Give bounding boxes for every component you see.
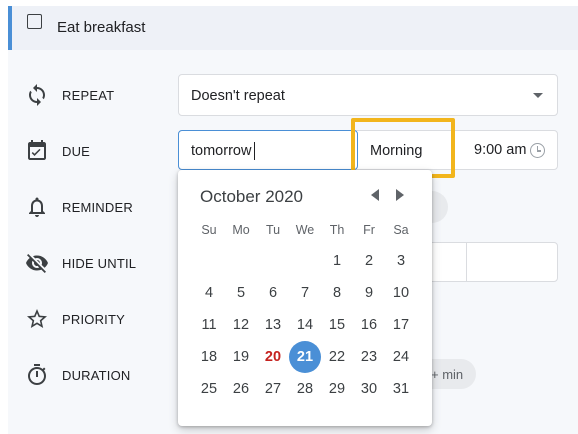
calendar-month-label: October 2020 xyxy=(200,187,304,206)
calendar-day[interactable]: 27 xyxy=(257,373,289,405)
calendar-day[interactable]: 29 xyxy=(321,373,353,405)
repeat-icon xyxy=(25,83,49,107)
calendar-day[interactable]: 15 xyxy=(321,309,353,341)
calendar-day[interactable]: 18 xyxy=(193,341,225,373)
calendar-day[interactable]: 30 xyxy=(353,373,385,405)
dropdown-arrow-icon xyxy=(533,93,543,98)
time-of-day-select[interactable]: Morning xyxy=(370,143,422,159)
field-divider xyxy=(466,243,467,281)
repeat-value: Doesn't repeat xyxy=(191,88,285,104)
calendar-day[interactable]: 17 xyxy=(385,309,417,341)
reminder-label: REMINDER xyxy=(62,200,133,215)
due-time-value[interactable]: 9:00 am xyxy=(474,142,526,158)
calendar-day[interactable]: 4 xyxy=(193,277,225,309)
calendar-day-today[interactable]: 20 xyxy=(257,341,289,373)
calendar-day[interactable]: 10 xyxy=(385,277,417,309)
calendar-day[interactable]: 3 xyxy=(385,245,417,277)
calendar-day[interactable]: 22 xyxy=(321,341,353,373)
calendar-day[interactable]: 28 xyxy=(289,373,321,405)
hide-until-field[interactable] xyxy=(410,242,558,282)
weekday-header: Mo xyxy=(232,223,250,237)
calendar-icon xyxy=(25,139,49,163)
previous-month-icon[interactable] xyxy=(371,189,379,201)
due-label: DUE xyxy=(62,144,91,159)
due-date-value: tomorrow xyxy=(191,143,252,159)
task-title[interactable]: Eat breakfast xyxy=(57,19,145,36)
weekday-header: Th xyxy=(329,223,345,237)
calendar-day[interactable]: 16 xyxy=(353,309,385,341)
calendar-day[interactable]: 11 xyxy=(193,309,225,341)
calendar-day[interactable]: 14 xyxy=(289,309,321,341)
weekday-header: Su xyxy=(201,223,217,237)
calendar-day[interactable]: 31 xyxy=(385,373,417,405)
bell-icon xyxy=(25,195,49,219)
calendar-day[interactable]: 24 xyxy=(385,341,417,373)
duration-chip-label: + min xyxy=(431,367,464,382)
weekday-header: We xyxy=(295,223,315,237)
calendar-day[interactable]: 5 xyxy=(225,277,257,309)
calendar-day[interactable]: 6 xyxy=(257,277,289,309)
due-date-input[interactable]: tomorrow xyxy=(178,130,358,170)
calendar-day[interactable]: 13 xyxy=(257,309,289,341)
calendar-day[interactable]: 26 xyxy=(225,373,257,405)
star-icon xyxy=(25,307,49,331)
calendar-day[interactable]: 2 xyxy=(353,245,385,277)
date-picker-calendar: October 2020 Su Mo Tu We Th Fr Sa 1 2 3 4 5 6 7 8 9 10 11… xyxy=(178,170,432,426)
calendar-day[interactable]: 8 xyxy=(321,277,353,309)
next-month-icon[interactable] xyxy=(396,189,404,201)
priority-label: PRIORITY xyxy=(62,312,125,327)
weekday-header: Tu xyxy=(265,223,281,237)
timer-icon xyxy=(25,363,49,387)
duration-label: DURATION xyxy=(62,368,131,383)
calendar-day[interactable]: 25 xyxy=(193,373,225,405)
calendar-day[interactable]: 7 xyxy=(289,277,321,309)
calendar-day-selected[interactable]: 21 xyxy=(289,341,321,373)
hide-until-label: HIDE UNTIL xyxy=(62,256,137,271)
text-cursor xyxy=(254,142,255,160)
clock-icon[interactable] xyxy=(530,143,545,158)
weekday-header: Sa xyxy=(393,223,409,237)
eye-off-icon xyxy=(25,251,49,275)
calendar-day[interactable]: 9 xyxy=(353,277,385,309)
task-complete-checkbox[interactable] xyxy=(27,14,42,29)
calendar-day[interactable]: 12 xyxy=(225,309,257,341)
calendar-day[interactable]: 1 xyxy=(321,245,353,277)
weekday-header: Fr xyxy=(363,223,375,237)
repeat-select[interactable]: Doesn't repeat xyxy=(178,74,558,116)
calendar-day[interactable]: 23 xyxy=(353,341,385,373)
repeat-label: REPEAT xyxy=(62,88,115,103)
calendar-day[interactable]: 19 xyxy=(225,341,257,373)
